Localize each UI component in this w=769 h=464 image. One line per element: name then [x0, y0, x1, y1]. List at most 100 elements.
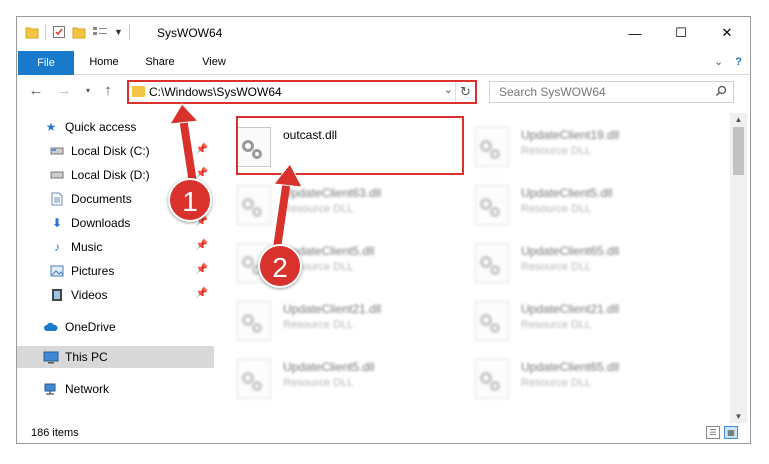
sidebar-item-label: Pictures — [71, 264, 115, 278]
sidebar-item-quick-access[interactable]: ★ Quick access — [17, 116, 214, 138]
properties-icon[interactable] — [52, 25, 66, 39]
help-icon[interactable]: ? — [735, 56, 742, 68]
sidebar-item-label: Local Disk (C:) — [71, 144, 150, 158]
chevron-down-icon[interactable]: ⌄ — [444, 83, 453, 96]
dll-file-icon — [237, 359, 271, 399]
cloud-icon — [43, 319, 59, 335]
network-icon — [43, 381, 59, 397]
back-arrow-icon[interactable]: ← — [27, 82, 45, 100]
callout-badge-2: 2 — [258, 244, 302, 288]
sidebar-item-onedrive[interactable]: OneDrive — [17, 316, 214, 338]
file-type: Resource DLL — [521, 261, 592, 273]
sidebar-item-label: Downloads — [71, 216, 131, 230]
toolbar-divider — [128, 24, 130, 40]
search-input[interactable]: Search SysWOW64 — [489, 81, 734, 103]
sidebar-item-music[interactable]: ♪ Music 📌 — [17, 236, 214, 258]
file-name: UpdateClient65.dll — [521, 360, 620, 374]
file-item[interactable]: UpdateClient5.dll Resource DLL — [225, 353, 450, 403]
address-path[interactable]: C:\Windows\SysWOW64 — [149, 85, 282, 99]
sidebar-item-network[interactable]: Network — [17, 378, 214, 400]
sidebar-item-local-disk-c[interactable]: Local Disk (C:) 📌 — [17, 140, 214, 162]
sidebar-item-label: Quick access — [65, 120, 137, 134]
details-view-icon[interactable]: ☰ — [706, 426, 720, 439]
quick-access-toolbar: ▼ — [25, 24, 130, 40]
tab-home[interactable]: Home — [81, 51, 127, 73]
sidebar-item-label: This PC — [65, 350, 108, 364]
sidebar-item-label: Network — [65, 382, 110, 396]
window-controls: — ☐ ✕ — [612, 17, 750, 49]
file-name: UpdateClient5.dll — [521, 186, 613, 200]
view-options-icon[interactable] — [92, 25, 108, 39]
toolbar-divider — [45, 24, 46, 40]
file-type: Resource DLL — [521, 145, 592, 157]
star-icon: ★ — [45, 120, 57, 134]
folder-icon — [25, 27, 39, 38]
pin-icon[interactable]: 📌 — [196, 240, 208, 251]
pin-icon[interactable]: 📌 — [196, 288, 208, 299]
file-type: Resource DLL — [521, 319, 592, 331]
view-switcher: ☰ ▦ — [706, 426, 738, 439]
new-folder-icon[interactable] — [72, 26, 86, 39]
file-name: UpdateClient65.dll — [521, 244, 620, 258]
maximize-button[interactable]: ☐ — [658, 17, 704, 49]
tab-file[interactable]: File — [18, 51, 74, 75]
forward-arrow-icon[interactable]: → — [55, 82, 73, 100]
dll-file-icon — [237, 185, 271, 225]
title-bar: ▼ SysWOW64 — ☐ ✕ — [17, 17, 750, 49]
search-placeholder: Search SysWOW64 — [499, 85, 606, 99]
dll-file-icon — [475, 301, 509, 341]
scroll-up-icon[interactable]: ▲ — [730, 115, 747, 124]
tab-share[interactable]: Share — [135, 51, 185, 73]
file-item[interactable]: UpdateClient21.dll Resource DLL — [225, 295, 450, 345]
sidebar-item-pictures[interactable]: Pictures 📌 — [17, 260, 214, 282]
dll-file-icon — [237, 301, 271, 341]
file-item[interactable]: UpdateClient65.dll Resource DLL — [463, 353, 688, 403]
customize-toolbar-icon[interactable]: ▼ — [114, 27, 123, 37]
sidebar-item-videos[interactable]: Videos 📌 — [17, 284, 214, 306]
sidebar-item-this-pc[interactable]: This PC — [17, 346, 214, 368]
file-name: UpdateClient21.dll — [521, 302, 620, 316]
pin-icon[interactable]: 📌 — [196, 168, 208, 179]
explorer-window: ▼ SysWOW64 — ☐ ✕ File Home Share View ⌄ … — [16, 16, 751, 444]
pin-icon[interactable]: 📌 — [196, 144, 208, 155]
file-type: Resource DLL — [521, 203, 592, 215]
file-name: UpdateClient63.dll — [283, 186, 382, 200]
collapse-ribbon-icon[interactable]: ⌄ — [714, 55, 723, 68]
pictures-icon — [49, 263, 65, 279]
ribbon-tabs: File Home Share View ⌄ ? — [17, 49, 750, 75]
search-icon[interactable] — [715, 85, 727, 97]
large-icons-view-icon[interactable]: ▦ — [724, 426, 738, 439]
dll-file-icon — [475, 243, 509, 283]
scroll-down-icon[interactable]: ▼ — [730, 412, 747, 421]
pin-icon[interactable]: 📌 — [196, 264, 208, 275]
callout-badge-1: 1 — [168, 178, 212, 222]
file-item[interactable]: UpdateClient5.dll Resource DLL — [463, 179, 688, 229]
file-item[interactable]: UpdateClient63.dll Resource DLL — [225, 179, 450, 229]
recent-locations-icon[interactable]: ▾ — [79, 82, 97, 100]
up-arrow-icon[interactable]: ↑ — [99, 82, 117, 100]
window-title: SysWOW64 — [157, 26, 223, 40]
file-type: Resource DLL — [283, 377, 354, 389]
item-count: 186 items — [31, 427, 79, 439]
scrollbar-thumb[interactable] — [733, 127, 744, 175]
sidebar-item-label: OneDrive — [65, 320, 116, 334]
sidebar-item-label: Music — [71, 240, 103, 254]
vertical-scrollbar[interactable]: ▲ ▼ — [730, 113, 747, 423]
minimize-button[interactable]: — — [612, 17, 658, 49]
ribbon-extras: ⌄ ? — [714, 55, 742, 69]
file-item[interactable]: UpdateClient65.dll Resource DLL — [463, 237, 688, 287]
close-button[interactable]: ✕ — [704, 17, 750, 49]
download-icon: ⬇ — [51, 216, 63, 230]
file-name: UpdateClient5.dll — [283, 360, 375, 374]
videos-icon — [49, 287, 65, 303]
file-item[interactable]: UpdateClient21.dll Resource DLL — [463, 295, 688, 345]
folder-icon — [132, 86, 145, 97]
sidebar-item-label: Local Disk (D:) — [71, 168, 150, 182]
tab-view[interactable]: View — [191, 51, 237, 73]
refresh-icon[interactable]: ↻ — [455, 82, 475, 102]
file-item[interactable]: UpdateClient19.dll Resource DLL — [463, 121, 688, 171]
highlight-box — [236, 116, 464, 175]
file-type: Resource DLL — [283, 319, 354, 331]
dll-file-icon — [475, 359, 509, 399]
address-bar[interactable]: C:\Windows\SysWOW64 ⌄ ↻ — [127, 80, 477, 104]
